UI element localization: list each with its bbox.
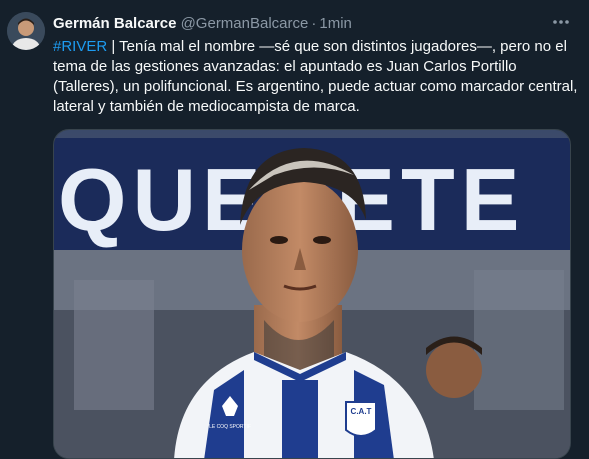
avatar-image (7, 12, 45, 50)
tweet-text: #RIVER | Tenía mal el nombre —sé que son… (53, 37, 578, 117)
tweet-header: Germán Balcarce @GermanBalcarce · 1min (53, 14, 549, 34)
more-horizontal-icon (553, 20, 569, 24)
separator-dot: · (311, 15, 317, 32)
timestamp[interactable]: 1min (319, 15, 352, 32)
crest-text: C.A.T (351, 407, 372, 416)
hashtag-link[interactable]: #RIVER (53, 38, 107, 55)
author-name[interactable]: Germán Balcarce (53, 15, 176, 32)
tweet-body: | Tenía mal el nombre —sé que son distin… (53, 38, 578, 115)
avatar[interactable] (7, 12, 45, 50)
more-options-button[interactable] (549, 10, 573, 34)
author-handle[interactable]: @GermanBalcarce (181, 15, 309, 32)
player-photo: QUERETE (54, 130, 570, 458)
tweet-media-photo[interactable]: QUERETE (53, 129, 571, 459)
tweet-card[interactable]: Germán Balcarce @GermanBalcarce · 1min #RI… (0, 0, 589, 459)
brand-text: LE COQ SPORTIF (209, 424, 251, 430)
